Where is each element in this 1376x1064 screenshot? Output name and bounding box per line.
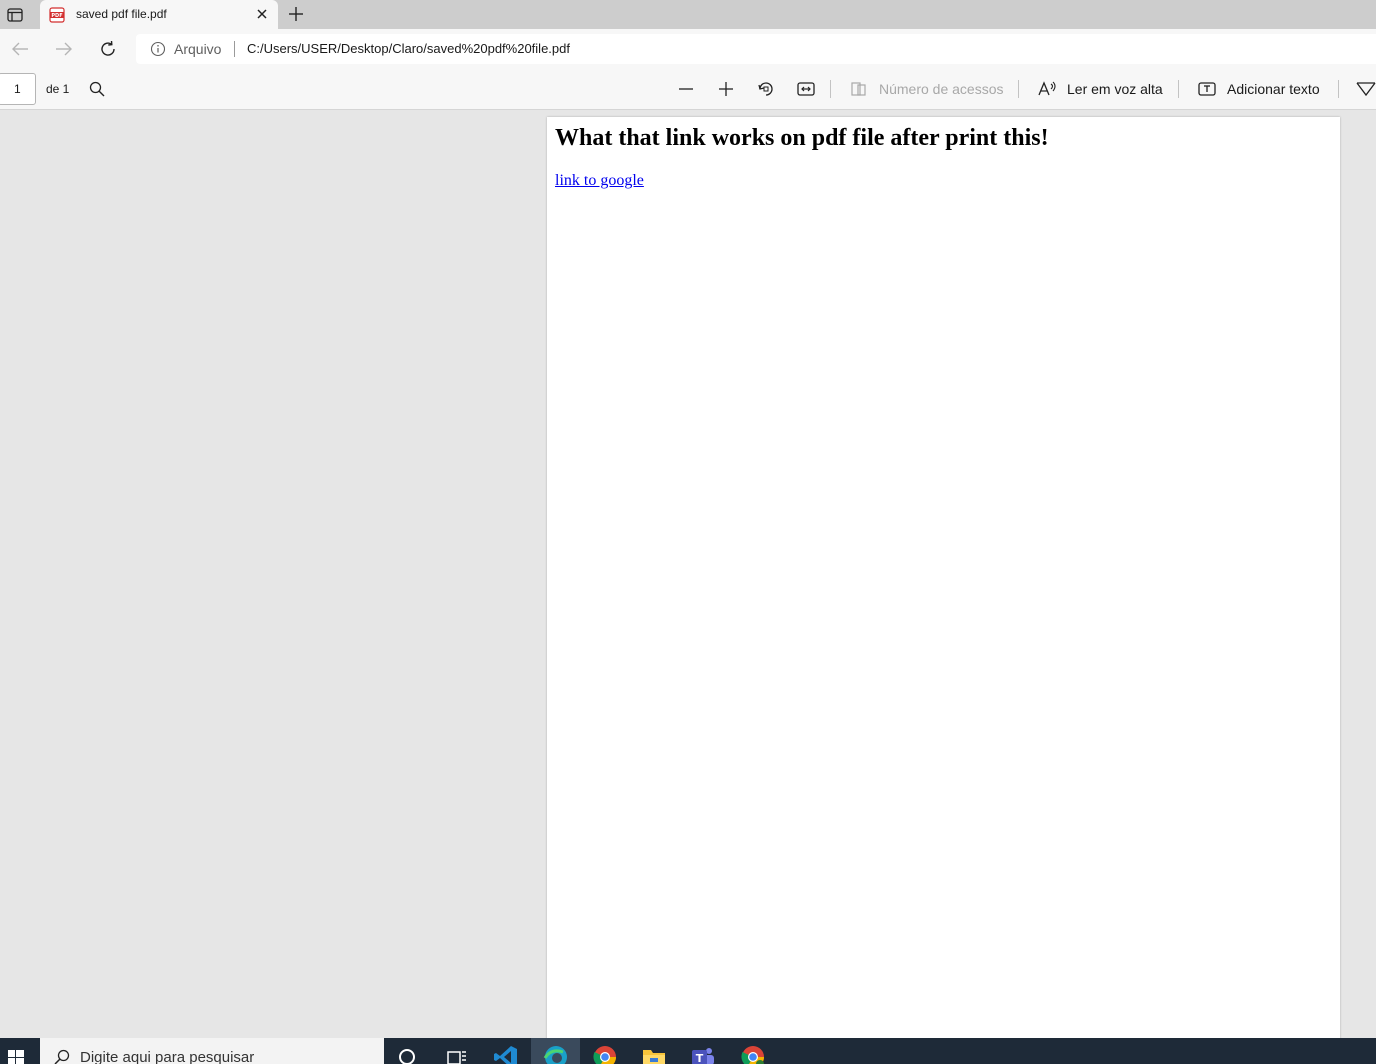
- page-view-icon[interactable]: [848, 79, 868, 99]
- add-text-label[interactable]: Adicionar texto: [1227, 81, 1320, 97]
- toolbar-divider: [1018, 80, 1019, 98]
- vscode-icon[interactable]: [493, 1044, 519, 1064]
- taskbar-search-box[interactable]: Digite aqui para pesquisar: [40, 1038, 384, 1064]
- search-icon: [54, 1049, 70, 1064]
- tab-bar: PDF saved pdf file.pdf: [0, 0, 1376, 29]
- read-aloud-icon[interactable]: [1037, 79, 1057, 99]
- search-icon[interactable]: [87, 79, 107, 99]
- chrome-icon[interactable]: [592, 1044, 618, 1064]
- pdf-toolbar: 1 de 1 Número de acessos Ler em voz alta…: [0, 69, 1376, 110]
- teams-letter: T: [696, 1052, 704, 1064]
- page-number-input[interactable]: 1: [0, 73, 36, 105]
- edge-icon[interactable]: [543, 1044, 569, 1064]
- taskbar-search-placeholder: Digite aqui para pesquisar: [80, 1049, 255, 1064]
- pdf-page: What that link works on pdf file after p…: [547, 117, 1340, 1047]
- draw-icon[interactable]: [1356, 79, 1376, 99]
- refresh-icon[interactable]: [97, 38, 119, 60]
- active-tab[interactable]: PDF saved pdf file.pdf: [40, 0, 278, 29]
- scheme-label: Arquivo: [174, 41, 222, 57]
- file-explorer-icon[interactable]: [641, 1044, 667, 1064]
- back-icon[interactable]: [9, 38, 31, 60]
- windows-start-icon[interactable]: [0, 1038, 40, 1064]
- add-text-icon[interactable]: [1197, 79, 1217, 99]
- teams-icon[interactable]: T: [690, 1044, 716, 1064]
- zoom-in-icon[interactable]: [716, 79, 736, 99]
- chrome-profile-icon[interactable]: [740, 1044, 766, 1064]
- new-tab-icon[interactable]: [287, 5, 305, 23]
- pdf-file-icon: PDF: [49, 7, 65, 28]
- read-aloud-label[interactable]: Ler em voz alta: [1067, 81, 1163, 97]
- close-tab-icon[interactable]: [255, 7, 269, 21]
- fit-width-icon[interactable]: [796, 79, 816, 99]
- cortana-icon[interactable]: [396, 1044, 422, 1064]
- zoom-out-icon[interactable]: [676, 79, 696, 99]
- toolbar-divider: [1338, 80, 1339, 98]
- google-link[interactable]: link to google: [555, 172, 644, 190]
- task-view-icon[interactable]: [444, 1044, 470, 1064]
- omnibox-divider: [234, 41, 235, 57]
- tab-actions-icon[interactable]: [6, 6, 24, 23]
- document-heading: What that link works on pdf file after p…: [555, 125, 1049, 151]
- forward-icon[interactable]: [53, 38, 75, 60]
- toolbar-divider: [1178, 80, 1179, 98]
- page-total: de 1: [46, 82, 70, 96]
- taskbar: Digite aqui para pesquisar T: [0, 1038, 1376, 1064]
- page-view-label[interactable]: Número de acessos: [879, 81, 1004, 97]
- url-text[interactable]: C:/Users/USER/Desktop/Claro/saved%20pdf%…: [247, 41, 570, 56]
- omnibox[interactable]: Arquivo C:/Users/USER/Desktop/Claro/save…: [136, 34, 1376, 64]
- rotate-icon[interactable]: [756, 79, 776, 99]
- pdf-favicon-text: PDF: [51, 13, 62, 19]
- toolbar-divider: [830, 80, 831, 98]
- pdf-viewer[interactable]: What that link works on pdf file after p…: [0, 110, 1376, 1047]
- tab-title: saved pdf file.pdf: [76, 7, 167, 21]
- address-bar: Arquivo C:/Users/USER/Desktop/Claro/save…: [0, 29, 1376, 69]
- info-icon[interactable]: [150, 41, 166, 62]
